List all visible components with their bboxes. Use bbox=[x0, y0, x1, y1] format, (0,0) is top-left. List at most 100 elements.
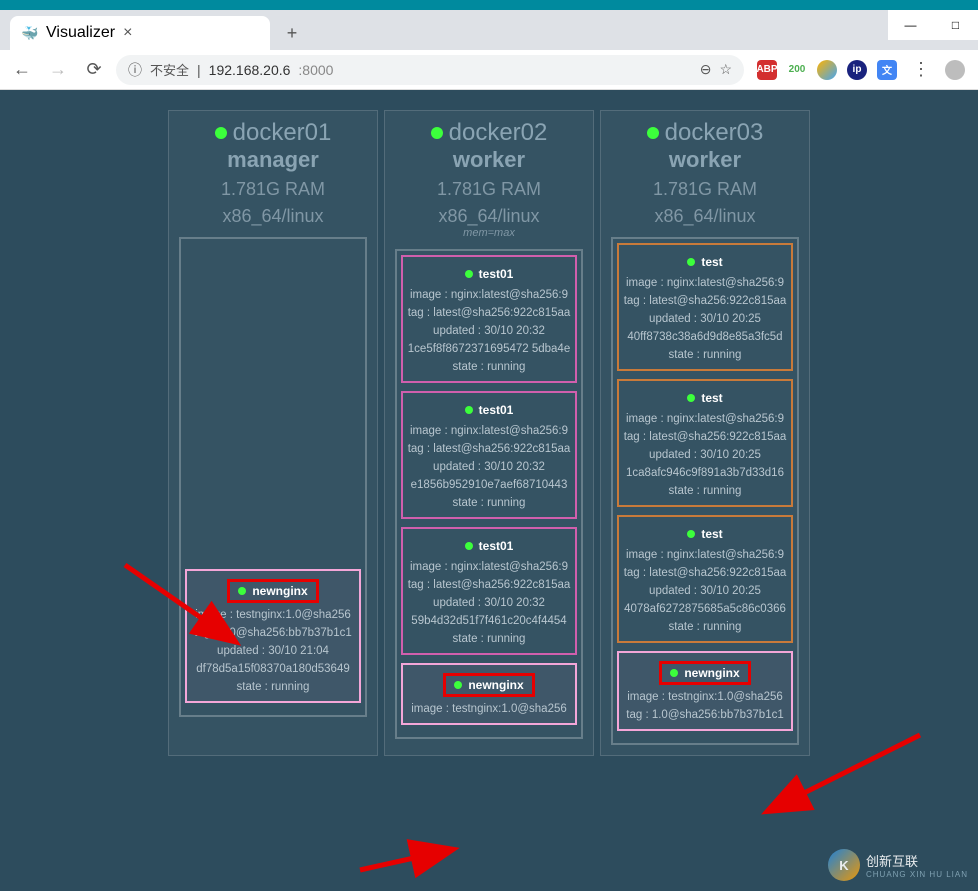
container-detail: state : running bbox=[407, 633, 571, 645]
translate-icon[interactable]: 文 bbox=[877, 60, 897, 80]
container-detail: tag : latest@sha256:922c815aa bbox=[407, 443, 571, 455]
extension-icons: ABP 200 ip 文 ⋮ bbox=[752, 56, 970, 84]
container-name: newnginx bbox=[227, 579, 318, 603]
container-card: test01image : nginx:latest@sha256:9tag :… bbox=[401, 391, 577, 519]
node-role: worker bbox=[385, 147, 593, 173]
containers-col2: test image : nginx:latest@sha256:9 tag : l… bbox=[611, 237, 799, 745]
container-detail: 4078af6272875685a5c86c0366 bbox=[623, 603, 787, 615]
container-detail: 1ca8afc946c9f891a3b7d33d16 bbox=[623, 467, 787, 479]
container-card: test image : nginx:latest@sha256:9 tag : l… bbox=[617, 379, 793, 507]
reload-button[interactable]: ⟳ bbox=[80, 56, 108, 84]
container-detail: 40ff8738c38a6d9d8e85a3fc5d bbox=[623, 331, 787, 343]
container-detail: e1856b952910e7aef68710443 bbox=[407, 479, 571, 491]
back-button[interactable]: ← bbox=[8, 56, 36, 84]
watermark: K 创新互联 CHUANG XIN HU LIAN bbox=[828, 849, 968, 881]
container-detail: image : nginx:latest@sha256:9 bbox=[623, 413, 787, 425]
container-detail: 1ce5f8f8672371695472 5dba4e bbox=[407, 343, 571, 355]
status-dot-icon bbox=[687, 394, 695, 402]
container-detail: image : nginx:latest@sha256:9 bbox=[407, 289, 571, 301]
new-tab-button[interactable]: + bbox=[278, 19, 306, 47]
info-icon: ⓘ bbox=[128, 60, 142, 80]
maximize-button[interactable]: □ bbox=[933, 10, 978, 40]
url-host: 192.168.20.6 bbox=[209, 62, 291, 78]
container-name: test01 bbox=[465, 539, 514, 553]
container-detail: df78d5a15f08370a180d53649 bbox=[191, 663, 355, 675]
mem-note: mem=max bbox=[385, 227, 593, 239]
status-dot-icon bbox=[465, 270, 473, 278]
watermark-sub: CHUANG XIN HU LIAN bbox=[866, 870, 968, 879]
node-ram: 1.781G RAM bbox=[169, 179, 377, 200]
address-bar[interactable]: ⓘ 不安全 | 192.168.20.6 :8000 ⊖ ☆ bbox=[116, 55, 744, 85]
status-dot-icon bbox=[465, 406, 473, 414]
browser-tab[interactable]: 🐳 Visualizer × bbox=[10, 16, 270, 50]
node-docker01: docker01 manager 1.781G RAM x86_64/linux… bbox=[168, 110, 378, 756]
container-detail: state : running bbox=[407, 361, 571, 373]
container-detail: tag : latest@sha256:922c815aa bbox=[623, 567, 787, 579]
url-port: :8000 bbox=[298, 62, 333, 78]
container-detail: updated : 30/10 20:32 bbox=[407, 325, 571, 337]
node-role: manager bbox=[169, 147, 377, 173]
menu-icon[interactable]: ⋮ bbox=[907, 56, 935, 84]
minimize-button[interactable]: — bbox=[888, 10, 933, 40]
container-name: test bbox=[687, 391, 722, 405]
node-docker03: docker03 worker 1.781G RAM x86_64/linux … bbox=[600, 110, 810, 756]
adblock-icon[interactable]: ABP bbox=[757, 60, 777, 80]
container-name: test bbox=[687, 527, 722, 541]
container-detail: updated : 30/10 20:32 bbox=[407, 461, 571, 473]
ip-icon[interactable]: ip bbox=[847, 60, 867, 80]
node-title: docker03 bbox=[601, 119, 809, 147]
container-name: test bbox=[687, 255, 722, 269]
containers-col0: newnginximage : testnginx:1.0@sha256tag … bbox=[179, 237, 367, 717]
status-dot-icon bbox=[465, 542, 473, 550]
container-detail: tag : 1.0@sha256:bb7b37b1c1 bbox=[191, 627, 355, 639]
status-dot-icon bbox=[647, 127, 659, 139]
status-dot-icon bbox=[670, 669, 678, 677]
close-icon[interactable]: × bbox=[123, 24, 132, 42]
forward-button: → bbox=[44, 56, 72, 84]
container-detail: tag : latest@sha256:922c815aa bbox=[623, 431, 787, 443]
container-name: newnginx bbox=[659, 661, 750, 685]
tab-bar: 🐳 Visualizer × + bbox=[0, 10, 978, 50]
status-dot-icon bbox=[687, 530, 695, 538]
status-dot-icon bbox=[215, 127, 227, 139]
node-title: docker02 bbox=[385, 119, 593, 147]
status-dot-icon bbox=[454, 681, 462, 689]
node-arch: x86_64/linux bbox=[169, 206, 377, 227]
container-detail: state : running bbox=[407, 497, 571, 509]
nodes-row: docker01 manager 1.781G RAM x86_64/linux… bbox=[0, 110, 978, 756]
container-detail: state : running bbox=[623, 485, 787, 497]
node-arch: x86_64/linux bbox=[601, 206, 809, 227]
star-icon[interactable]: ☆ bbox=[719, 61, 732, 78]
container-detail: tag : 1.0@sha256:bb7b37b1c1 bbox=[623, 709, 787, 721]
container-detail: image : testnginx:1.0@sha256 bbox=[407, 703, 571, 715]
container-detail: updated : 30/10 20:25 bbox=[623, 313, 787, 325]
container-card: newnginximage : testnginx:1.0@sha256tag … bbox=[185, 569, 361, 703]
container-name: test01 bbox=[465, 267, 514, 281]
window-titlebar bbox=[0, 0, 978, 10]
security-label: 不安全 bbox=[150, 60, 189, 79]
node-docker02: docker02 worker 1.781G RAM x86_64/linux … bbox=[384, 110, 594, 756]
container-detail: updated : 30/10 20:25 bbox=[623, 449, 787, 461]
container-detail: state : running bbox=[623, 349, 787, 361]
container-name: test01 bbox=[465, 403, 514, 417]
status-dot-icon bbox=[687, 258, 695, 266]
container-detail: image : nginx:latest@sha256:9 bbox=[623, 549, 787, 561]
extension-icon[interactable] bbox=[817, 60, 837, 80]
profile-icon[interactable] bbox=[945, 60, 965, 80]
window-controls: — □ ✕ bbox=[888, 10, 978, 40]
container-detail: updated : 30/10 21:04 bbox=[191, 645, 355, 657]
containers-col1: test01 image : nginx:latest@sha256:9 tag :… bbox=[395, 249, 583, 739]
tab-title: Visualizer bbox=[46, 24, 115, 42]
container-detail: image : testnginx:1.0@sha256 bbox=[623, 691, 787, 703]
node-ram: 1.781G RAM bbox=[601, 179, 809, 200]
container-detail: image : nginx:latest@sha256:9 bbox=[407, 561, 571, 573]
container-detail: image : nginx:latest@sha256:9 bbox=[623, 277, 787, 289]
status-dot-icon bbox=[431, 127, 443, 139]
watermark-logo-icon: K bbox=[828, 849, 860, 881]
node-title: docker01 bbox=[169, 119, 377, 147]
container-detail: updated : 30/10 20:25 bbox=[623, 585, 787, 597]
container-detail: tag : latest@sha256:922c815aa bbox=[407, 307, 571, 319]
zoom-icon[interactable]: ⊖ bbox=[700, 61, 712, 78]
separator: | bbox=[197, 62, 201, 78]
extension-badge[interactable]: 200 bbox=[787, 60, 807, 80]
